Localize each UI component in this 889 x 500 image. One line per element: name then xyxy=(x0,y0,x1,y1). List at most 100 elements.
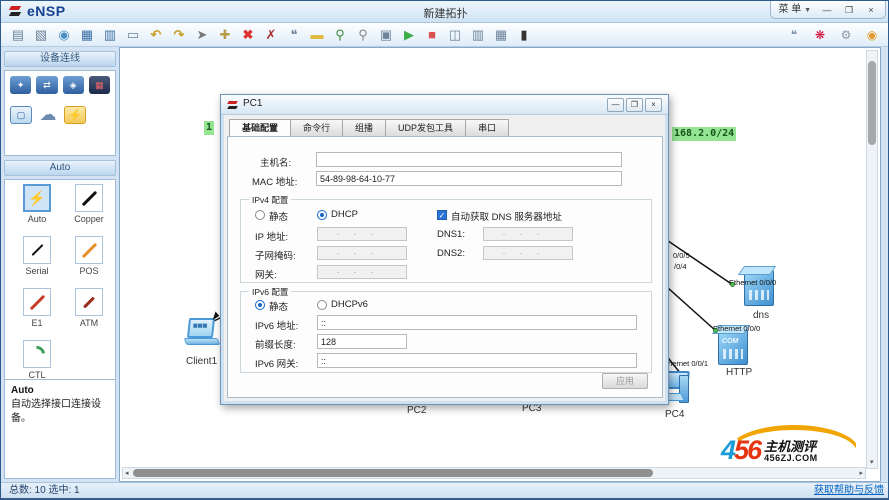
dns2-input: ··· xyxy=(483,246,573,260)
annotation-icon[interactable]: ❝ xyxy=(283,25,305,44)
ipv6-gateway-label: IPv6 网关: xyxy=(255,356,298,370)
horizontal-scroll-thumb[interactable] xyxy=(133,469,653,477)
connection-serial[interactable]: Serial xyxy=(11,236,63,286)
selection-description: Auto 自动选择接口连接设备。 xyxy=(4,379,116,479)
dialog-minimize-button[interactable]: — xyxy=(607,98,624,112)
cli-console-icon[interactable]: ▮ xyxy=(513,25,535,44)
tab-udp-tool[interactable]: UDP发包工具 xyxy=(386,119,466,137)
save-screenshot-icon[interactable]: ◉ xyxy=(53,25,75,44)
tab-multicast[interactable]: 组播 xyxy=(343,119,386,137)
mac-address-input[interactable] xyxy=(316,171,622,186)
new-topology-icon[interactable]: ▤ xyxy=(7,25,29,44)
e1-link-icon xyxy=(29,294,45,310)
device-sidebar: 设备连线 ✦ ⇄ ◈ ▦ ▢ ☁ ⚡ Auto ⚡ Auto Copper xyxy=(1,47,119,482)
ipv6-static-radio[interactable] xyxy=(255,300,265,310)
text-note-icon[interactable]: ▬ xyxy=(306,25,328,44)
title-bar: eNSP 新建拓扑 菜 单 ▼ — ❐ × xyxy=(1,1,889,23)
zoom-in-icon[interactable]: ⚲ xyxy=(329,25,351,44)
data-view-icon[interactable]: ▥ xyxy=(467,25,489,44)
feedback-icon[interactable]: ❝ xyxy=(782,25,806,44)
ipv4-dhcp-radio[interactable] xyxy=(317,210,327,220)
ipv6-gateway-input[interactable] xyxy=(317,353,637,368)
interface-label: /0/4 xyxy=(674,262,687,271)
vertical-scroll-thumb[interactable] xyxy=(868,61,876,145)
open-topology-icon[interactable]: ▧ xyxy=(30,25,52,44)
copper-link-icon xyxy=(81,190,97,206)
save-as-icon[interactable]: ▥ xyxy=(99,25,121,44)
window-controls: 菜 单 ▼ — ❐ × xyxy=(770,1,887,19)
interface-label: 0/0/5 xyxy=(673,251,690,260)
packet-capture-icon[interactable]: ◫ xyxy=(444,25,466,44)
pc4-label: PC4 xyxy=(665,409,684,420)
connection-pos[interactable]: POS xyxy=(63,236,115,286)
connection-e1[interactable]: E1 xyxy=(11,288,63,338)
redo-icon[interactable]: ↷ xyxy=(168,25,190,44)
connections-category-icon[interactable]: ⚡ xyxy=(64,106,86,124)
close-button[interactable]: × xyxy=(861,3,881,17)
undo-icon[interactable]: ↶ xyxy=(145,25,167,44)
firewall-category-icon[interactable]: ▦ xyxy=(89,76,110,94)
menu-caret-icon: ▼ xyxy=(804,7,811,14)
wlan-category-icon[interactable]: ◈ xyxy=(63,76,84,94)
mac-address-label: MAC 地址: xyxy=(252,174,297,188)
switch-category-icon[interactable]: ⇄ xyxy=(36,76,57,94)
select-tool-icon[interactable]: ➤ xyxy=(191,25,213,44)
other-device-category-icon[interactable]: ☁ xyxy=(37,106,59,124)
pc1-config-dialog: PC1 — ❐ × 基础配置 命令行 组播 UDP发包工具 串口 主机名: MA… xyxy=(220,94,669,405)
tab-serial-port[interactable]: 串口 xyxy=(466,119,509,137)
dns-auto-checkbox[interactable]: ✓ xyxy=(437,210,447,220)
gateway-label: 网关: xyxy=(255,267,277,281)
dns-server-icon[interactable] xyxy=(744,270,774,306)
actual-size-icon[interactable]: ▣ xyxy=(375,25,397,44)
delete-icon[interactable]: ✖ xyxy=(237,25,259,44)
tab-command-line[interactable]: 命令行 xyxy=(291,119,343,137)
pan-tool-icon[interactable]: ✚ xyxy=(214,25,236,44)
tab-basic-config[interactable]: 基础配置 xyxy=(229,119,291,137)
dns1-input: ··· xyxy=(483,227,573,241)
connection-auto[interactable]: ⚡ Auto xyxy=(11,184,63,234)
print-icon[interactable]: ▭ xyxy=(122,25,144,44)
dialog-title: PC1 xyxy=(243,98,262,109)
zoom-out-icon[interactable]: ⚲ xyxy=(352,25,374,44)
watermark-site: 456ZJ.COM xyxy=(764,453,818,463)
ipv6-config-group: IPv6 配置 静态 DHCPv6 IPv6 地址: 前缀长度: IPv6 网关… xyxy=(240,291,652,373)
dialog-maximize-button[interactable]: ❐ xyxy=(626,98,643,112)
about-help-icon[interactable]: ◉ xyxy=(860,25,884,44)
apply-button[interactable]: 应用 xyxy=(602,373,648,389)
gateway-input: ··· xyxy=(317,265,407,279)
settings-icon[interactable]: ⚙ xyxy=(834,25,858,44)
watermark-brand: 主机测评 xyxy=(764,440,818,453)
start-device-icon[interactable]: ▶ xyxy=(398,25,420,44)
minimize-button[interactable]: — xyxy=(817,3,837,17)
connection-atm[interactable]: ATM xyxy=(63,288,115,338)
hostname-input[interactable] xyxy=(316,152,622,167)
help-feedback-link[interactable]: 获取帮助与反馈 xyxy=(814,483,884,498)
vertical-scrollbar[interactable]: ▾ xyxy=(866,50,878,469)
device-category-palette: ✦ ⇄ ◈ ▦ ▢ ☁ ⚡ xyxy=(4,70,116,156)
delete-restore-icon[interactable]: ✗ xyxy=(260,25,282,44)
ensp-window: eNSP 新建拓扑 菜 单 ▼ — ❐ × ▤ ▧ ◉ ▦ ▥ ▭ ↶ ↷ ➤ … xyxy=(0,0,889,500)
ipv6-dhcpv6-radio[interactable] xyxy=(317,300,327,310)
ipv4-static-radio[interactable] xyxy=(255,210,265,220)
save-icon[interactable]: ▦ xyxy=(76,25,98,44)
dialog-title-bar[interactable]: PC1 — ❐ × xyxy=(221,95,668,115)
forum-icon[interactable]: ❋ xyxy=(808,25,832,44)
dialog-close-button[interactable]: × xyxy=(645,98,662,112)
ipv6-address-input[interactable] xyxy=(317,315,637,330)
client1-device-icon[interactable]: ▦▦▦ xyxy=(184,318,220,348)
link-endpoint-dot xyxy=(730,282,735,287)
ctl-link-icon xyxy=(26,343,49,366)
http-label: HTTP xyxy=(726,367,752,378)
link-endpoint-dot xyxy=(713,328,718,333)
grid-view-icon[interactable]: ▦ xyxy=(490,25,512,44)
dialog-tab-bar: 基础配置 命令行 组播 UDP发包工具 串口 xyxy=(229,119,509,137)
terminal-category-icon[interactable]: ▢ xyxy=(10,106,32,124)
router-category-icon[interactable]: ✦ xyxy=(10,76,31,94)
connection-copper[interactable]: Copper xyxy=(63,184,115,234)
menu-button[interactable]: 菜 单 ▼ xyxy=(775,3,816,17)
prefix-length-input[interactable] xyxy=(317,334,407,349)
http-server-icon[interactable]: COM xyxy=(718,329,748,365)
stop-device-icon[interactable]: ■ xyxy=(421,25,443,44)
network-label-2: 168.2.0/24 xyxy=(672,127,736,141)
restore-button[interactable]: ❐ xyxy=(839,3,859,17)
